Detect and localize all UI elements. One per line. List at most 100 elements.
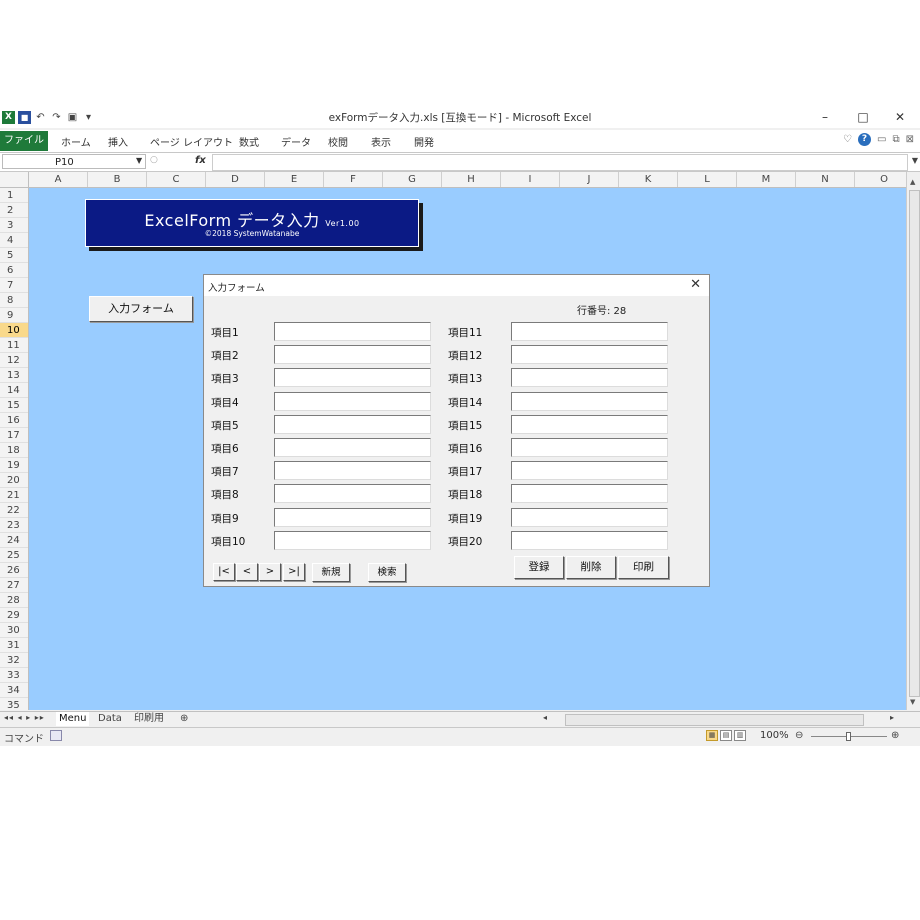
next-record-button[interactable]: > — [259, 563, 281, 581]
close-button[interactable]: ✕ — [881, 107, 919, 127]
vertical-scrollbar[interactable]: ▲ ▼ — [906, 172, 920, 710]
insert-function-icon[interactable]: fx — [195, 155, 206, 166]
sheet-tab-print[interactable]: 印刷用 — [134, 712, 164, 726]
field-input[interactable] — [511, 368, 668, 388]
open-input-form-button[interactable]: 入力フォーム — [89, 296, 193, 322]
column-header[interactable]: N — [796, 172, 855, 187]
name-box-dropdown-icon[interactable]: ▼ — [136, 156, 142, 165]
field-input[interactable] — [274, 368, 431, 388]
row-header[interactable]: 10 — [0, 323, 28, 338]
row-header[interactable]: 12 — [0, 353, 28, 368]
column-header[interactable]: K — [619, 172, 678, 187]
column-header[interactable]: A — [29, 172, 88, 187]
row-header[interactable]: 33 — [0, 668, 28, 683]
first-record-button[interactable]: |< — [213, 563, 235, 581]
row-header[interactable]: 1 — [0, 188, 28, 203]
row-header[interactable]: 4 — [0, 233, 28, 248]
field-input[interactable] — [511, 438, 668, 457]
tab-review[interactable]: 校閲 — [328, 134, 348, 149]
zoom-in-icon[interactable]: ⊕ — [891, 730, 899, 741]
row-header[interactable]: 18 — [0, 443, 28, 458]
macro-record-icon[interactable] — [50, 730, 62, 741]
column-header[interactable]: F — [324, 172, 383, 187]
column-header[interactable]: B — [88, 172, 147, 187]
field-input[interactable] — [274, 461, 431, 481]
register-button[interactable]: 登録 — [514, 556, 564, 579]
row-header[interactable]: 2 — [0, 203, 28, 218]
column-header[interactable]: H — [442, 172, 501, 187]
row-header[interactable]: 24 — [0, 533, 28, 548]
row-header[interactable]: 14 — [0, 383, 28, 398]
formula-input[interactable] — [212, 154, 908, 171]
field-input[interactable] — [274, 530, 431, 550]
row-header[interactable]: 26 — [0, 563, 28, 578]
normal-view-icon[interactable]: ▦ — [706, 730, 718, 741]
column-header[interactable]: E — [265, 172, 324, 187]
last-record-button[interactable]: >| — [283, 563, 305, 581]
select-all-corner[interactable] — [0, 172, 29, 187]
help-icon[interactable]: ? — [858, 133, 872, 146]
field-input[interactable] — [274, 414, 431, 434]
field-input[interactable] — [511, 530, 668, 550]
insert-sheet-icon[interactable]: ⊕ — [180, 712, 188, 726]
search-button[interactable]: 検索 — [368, 563, 406, 582]
field-input[interactable] — [274, 345, 431, 365]
page-layout-view-icon[interactable]: ▤ — [720, 730, 732, 741]
column-header[interactable]: D — [206, 172, 265, 187]
row-header[interactable]: 17 — [0, 428, 28, 443]
field-input[interactable] — [511, 484, 668, 504]
field-input[interactable] — [511, 461, 668, 481]
tab-formulas[interactable]: 数式 — [239, 134, 259, 149]
minimize-button[interactable]: – — [806, 107, 844, 127]
row-header[interactable]: 11 — [0, 338, 28, 353]
sheet-tab-data[interactable]: Data — [98, 712, 122, 726]
row-header[interactable]: 29 — [0, 608, 28, 623]
field-input[interactable] — [274, 484, 431, 504]
tab-file[interactable]: ファイル — [0, 131, 48, 151]
row-header[interactable]: 25 — [0, 548, 28, 563]
tab-developer[interactable]: 開発 — [414, 134, 434, 149]
row-header[interactable]: 30 — [0, 623, 28, 638]
column-header[interactable]: I — [501, 172, 560, 187]
maximize-button[interactable]: □ — [844, 107, 882, 127]
doc-restore-icon[interactable]: ⧉ — [892, 134, 899, 145]
row-header[interactable]: 31 — [0, 638, 28, 653]
delete-button[interactable]: 削除 — [566, 556, 616, 579]
row-header[interactable]: 8 — [0, 293, 28, 308]
column-header[interactable]: C — [147, 172, 206, 187]
column-header[interactable]: M — [737, 172, 796, 187]
field-input[interactable] — [511, 414, 668, 434]
row-header[interactable]: 34 — [0, 683, 28, 698]
sheet-nav-arrows-icon[interactable]: ◂◂ ◂ ▸ ▸▸ — [4, 713, 45, 722]
minimize-ribbon-icon[interactable]: ♡ — [843, 134, 852, 145]
page-break-view-icon[interactable]: ▥ — [734, 730, 746, 741]
zoom-slider-thumb[interactable] — [846, 732, 851, 741]
dialog-close-icon[interactable]: ✕ — [690, 277, 701, 292]
row-header[interactable]: 20 — [0, 473, 28, 488]
row-header[interactable]: 28 — [0, 593, 28, 608]
prev-record-button[interactable]: < — [236, 563, 258, 581]
row-header[interactable]: 21 — [0, 488, 28, 503]
print-button[interactable]: 印刷 — [618, 556, 669, 579]
name-box[interactable]: P10 — [2, 154, 146, 169]
row-header[interactable]: 27 — [0, 578, 28, 593]
row-header[interactable]: 9 — [0, 308, 28, 323]
doc-close-icon[interactable]: ⊠ — [906, 134, 914, 145]
row-header[interactable]: 5 — [0, 248, 28, 263]
row-header[interactable]: 22 — [0, 503, 28, 518]
field-input[interactable] — [274, 507, 431, 527]
field-input[interactable] — [274, 438, 431, 457]
row-header[interactable]: 7 — [0, 278, 28, 293]
tab-page-layout[interactable]: ページ レイアウト — [150, 134, 233, 149]
field-input[interactable] — [511, 391, 668, 411]
field-input[interactable] — [274, 391, 431, 411]
field-input[interactable] — [511, 345, 668, 365]
expand-formula-icon[interactable]: ▼ — [912, 156, 918, 165]
zoom-level[interactable]: 100% — [760, 730, 789, 741]
zoom-out-icon[interactable]: ⊖ — [795, 730, 803, 741]
column-header[interactable]: G — [383, 172, 442, 187]
doc-minimize-icon[interactable]: ▭ — [877, 134, 886, 145]
horizontal-scrollbar[interactable] — [565, 714, 864, 726]
scroll-left-icon[interactable]: ◂ — [543, 713, 547, 722]
row-header[interactable]: 16 — [0, 413, 28, 428]
